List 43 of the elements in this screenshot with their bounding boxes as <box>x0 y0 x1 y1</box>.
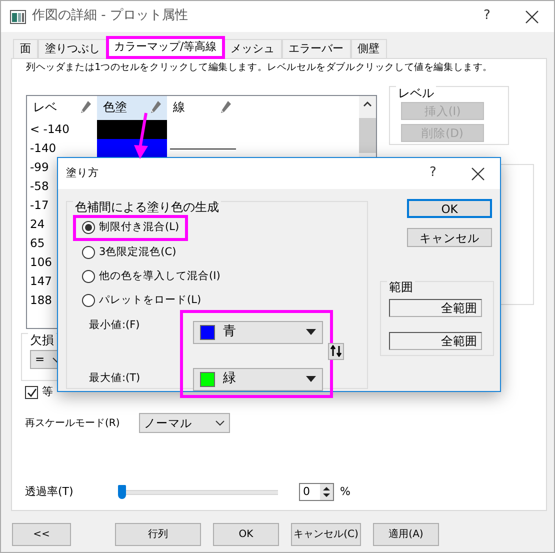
column-header[interactable]: 線 <box>167 96 237 120</box>
tab[interactable]: エラーバー <box>282 39 351 58</box>
tab[interactable]: 塗りつぶし <box>38 39 107 58</box>
tab[interactable]: 面 <box>13 39 38 58</box>
range-field[interactable]: 全範囲 <box>389 332 482 350</box>
help-button[interactable]: ? <box>410 165 456 182</box>
radio-option[interactable]: 他の色を導入して混合(I) <box>73 264 230 289</box>
dialog-button[interactable]: OK <box>213 523 279 546</box>
group-title: レベル <box>396 86 436 101</box>
color-dropdown[interactable]: 緑 <box>193 368 323 391</box>
radio-option[interactable]: パレットをロード(L) <box>73 288 210 313</box>
column-header[interactable]: 色塗 <box>97 96 167 120</box>
radio-option[interactable]: 3色限定混色(C) <box>73 240 186 265</box>
table-cell[interactable]: < -140 <box>27 120 97 139</box>
radio-option[interactable]: 制限付き混合(L) <box>73 214 188 241</box>
column-header[interactable]: レベ <box>27 96 97 120</box>
table-cell[interactable]: -140 <box>27 139 97 158</box>
checkbox-label: 等 <box>42 385 53 400</box>
ok-button[interactable]: OK <box>407 199 492 218</box>
tab[interactable]: メッシュ <box>224 39 282 58</box>
field-label: 再スケールモード(R) <box>25 418 120 429</box>
dialog-button[interactable]: キャンセル(C) <box>291 523 361 546</box>
dialog-button[interactable]: 適用(A) <box>373 523 439 546</box>
group-title: 欠損 <box>28 333 56 348</box>
field-label: 最大値:(T) <box>89 372 142 386</box>
window-title: 作図の詳細 - プロット属性 <box>32 8 188 25</box>
number-spinner[interactable]: 0 <box>299 483 334 501</box>
color-dropdown[interactable]: 青 <box>193 320 323 344</box>
instruction-text: 列ヘッダまたは1つのセルをクリックして編集します。レベルセルをダブルクリックして値を編集します。 <box>26 62 493 75</box>
cancel-button[interactable]: キャンセル <box>407 228 492 247</box>
tab[interactable]: カラーマップ/等高線 <box>107 37 224 58</box>
dialog-button[interactable]: << <box>12 523 71 546</box>
unit-label: % <box>340 484 350 500</box>
dialog-title: 塗り方 <box>66 166 99 180</box>
rescale-dropdown[interactable]: ノーマル <box>139 413 230 433</box>
field-label: 透過率(T) <box>25 484 74 498</box>
group-title: 色補間による塗り色の生成 <box>73 200 221 215</box>
dialog-button[interactable]: 行列 <box>115 523 201 546</box>
tab[interactable]: 側壁 <box>350 39 387 58</box>
range-field[interactable]: 全範囲 <box>389 298 482 317</box>
help-button[interactable]: ? <box>464 8 510 25</box>
group-title: 範囲 <box>387 280 415 295</box>
field-label: 最小値:(F) <box>89 318 141 332</box>
